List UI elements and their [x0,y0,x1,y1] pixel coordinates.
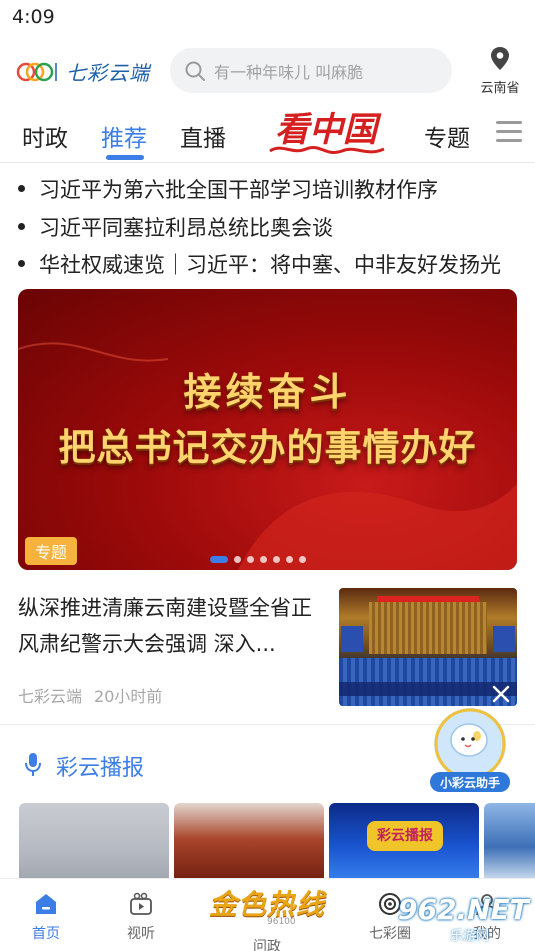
status-bar: 4:09 [0,0,535,38]
nav-ask-government[interactable]: 金色热线 96100 问政 [203,871,331,951]
nav-video-label: 视听 [127,926,155,942]
bullet-dot [18,259,25,267]
carousel-dot [273,555,280,563]
carousel-dot [247,555,254,563]
carousel-dot [234,555,241,563]
article-title: 纵深推进清廉云南建设暨全省正风肃纪警示大会强调 深入... [18,596,312,656]
article-source: 七彩云端 [18,687,83,706]
broadcast-title: 彩云播报 [56,756,145,781]
headline-text: 习近平为第六批全国干部学习培训教材作序 [39,178,438,202]
banner-title-line2: 把总书记交办的事情办好 [58,425,477,469]
headline-text: 华社权威速览｜习近平：将中塞、中非友好发扬光 [39,253,501,277]
close-icon[interactable] [491,684,511,704]
app-logo[interactable]: 七彩云端 [16,56,156,86]
home-icon [36,894,56,914]
carousel-dot [299,555,306,563]
nav-home[interactable]: 首页 [6,891,86,943]
banner-title-line1: 接续奋斗 [183,369,352,414]
carousel-indicator [210,555,312,563]
video-thumbnail[interactable]: 彩云播报 [329,803,479,883]
nav-home-label: 首页 [32,926,60,942]
broadcast-section-header[interactable]: 彩云播报 [0,744,535,788]
microphone-icon [25,753,41,776]
location-label: 云南省 [480,81,520,96]
channel-tabs: 时政 推荐 直播 看中国 专题 [0,103,535,163]
tab-live[interactable]: 直播 [180,119,226,153]
nav-ask-label: 问政 [253,939,281,951]
tab-politics[interactable]: 时政 [22,119,68,153]
hotline-number: 96100 [267,917,296,927]
bullet-dot [18,222,25,230]
search-icon [185,61,205,81]
search-placeholder: 有一种年味儿 叫麻脆 [214,62,364,82]
location-selector[interactable]: 云南省 [476,46,524,98]
location-pin-icon [491,47,509,70]
active-tab-indicator [106,155,144,160]
bullet-dot [18,184,25,192]
watermark-subtitle: 乐游网 [450,929,490,944]
tab-topics[interactable]: 专题 [424,119,470,153]
tab-recommended[interactable]: 推荐 [101,119,147,153]
menu-icon[interactable] [496,121,522,145]
kan-zhongguo-logo[interactable]: 看中国 [262,103,390,163]
carousel-dot [286,555,293,563]
color-rings-logo-icon [16,62,57,82]
topic-tag: 专题 [25,537,78,565]
logo-text: 七彩云端 [66,60,150,85]
status-time: 4:09 [12,6,55,28]
watermark-logo: 962.NET [398,893,529,926]
article-meta: 七彩云端 20小时前 [18,683,162,707]
site-watermark: 962.NET 乐游网 [398,889,529,945]
app-header: 七彩云端 有一种年味儿 叫麻脆 云南省 [0,38,535,102]
carousel-dot [260,555,267,563]
video-icon [130,892,152,915]
article-time: 20小时前 [94,687,163,706]
headline-item[interactable]: 习近平同塞拉利昂总统比奥会谈 [18,212,528,250]
search-input[interactable]: 有一种年味儿 叫麻脆 [170,48,452,93]
video-thumbnail[interactable] [484,803,535,883]
nav-video[interactable]: 视听 [101,891,181,943]
banner-carousel[interactable]: 接续奋斗 把总书记交办的事情办好 专题 [18,289,517,570]
brand-logo-text: 看中国 [275,110,382,150]
headline-item[interactable]: 华社权威速览｜习近平：将中塞、中非友好发扬光 [18,249,528,287]
broadcast-badge: 彩云播报 [367,821,443,851]
carousel-dot-active [210,555,228,563]
headline-item[interactable]: 习近平为第六批全国干部学习培训教材作序 [18,174,528,212]
article-card[interactable]: 纵深推进清廉云南建设暨全省正风肃纪警示大会强调 深入... 七彩云端 20小时前 [0,585,535,725]
headline-text: 习近平同塞拉利昂总统比奥会谈 [39,216,333,240]
video-thumbnail[interactable] [19,803,169,883]
